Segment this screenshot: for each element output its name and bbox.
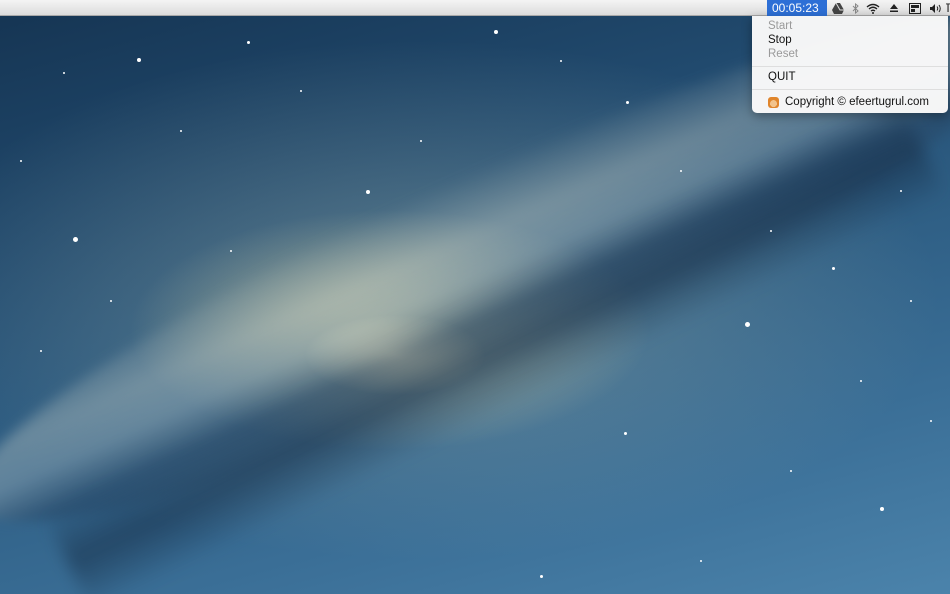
- menu-bar: 00:05:23 T: [0, 0, 950, 16]
- star: [745, 322, 750, 327]
- bluetooth-icon[interactable]: [848, 0, 862, 16]
- star: [930, 420, 932, 422]
- timer-status-item[interactable]: 00:05:23: [767, 0, 827, 16]
- stop-menu-item[interactable]: Stop: [768, 33, 792, 47]
- star: [832, 267, 835, 270]
- desktop-wallpaper: 00:05:23 T Start Stop Reset QUIT Copyrig…: [0, 0, 950, 594]
- timer-dropdown-menu: Start Stop Reset QUIT Copyright © efeert…: [752, 16, 948, 113]
- wifi-icon[interactable]: [862, 0, 883, 16]
- reset-menu-item[interactable]: Reset: [768, 47, 798, 61]
- star: [624, 432, 627, 435]
- menu-separator: [752, 89, 948, 90]
- star: [540, 575, 543, 578]
- star: [420, 140, 422, 142]
- copyright-label: Copyright © efeertugrul.com: [785, 96, 929, 108]
- volume-icon[interactable]: [925, 0, 946, 16]
- quit-menu-item[interactable]: QUIT: [768, 70, 795, 84]
- star: [40, 350, 42, 352]
- star: [247, 41, 250, 44]
- start-menu-item[interactable]: Start: [768, 19, 792, 33]
- star: [860, 380, 862, 382]
- star: [880, 507, 884, 511]
- status-area: 00:05:23 T: [767, 0, 950, 16]
- star: [110, 300, 112, 302]
- star: [700, 560, 702, 562]
- google-drive-icon[interactable]: [827, 0, 848, 16]
- author-avatar-icon: [768, 96, 779, 108]
- star: [560, 60, 562, 62]
- star: [180, 130, 182, 132]
- star: [900, 190, 902, 192]
- star: [494, 30, 498, 34]
- star: [366, 190, 370, 194]
- copyright-menu-item[interactable]: Copyright © efeertugrul.com: [768, 95, 929, 109]
- display-icon[interactable]: [904, 0, 925, 16]
- star: [300, 90, 302, 92]
- star: [790, 470, 792, 472]
- star: [770, 230, 772, 232]
- star: [680, 170, 682, 172]
- eject-icon[interactable]: [883, 0, 904, 16]
- star: [73, 237, 78, 242]
- star: [63, 72, 65, 74]
- star: [230, 250, 232, 252]
- star: [137, 58, 141, 62]
- star: [20, 160, 22, 162]
- clock-status-item[interactable]: T: [946, 0, 950, 16]
- star: [910, 300, 912, 302]
- menu-separator: [752, 66, 948, 67]
- star: [626, 101, 629, 104]
